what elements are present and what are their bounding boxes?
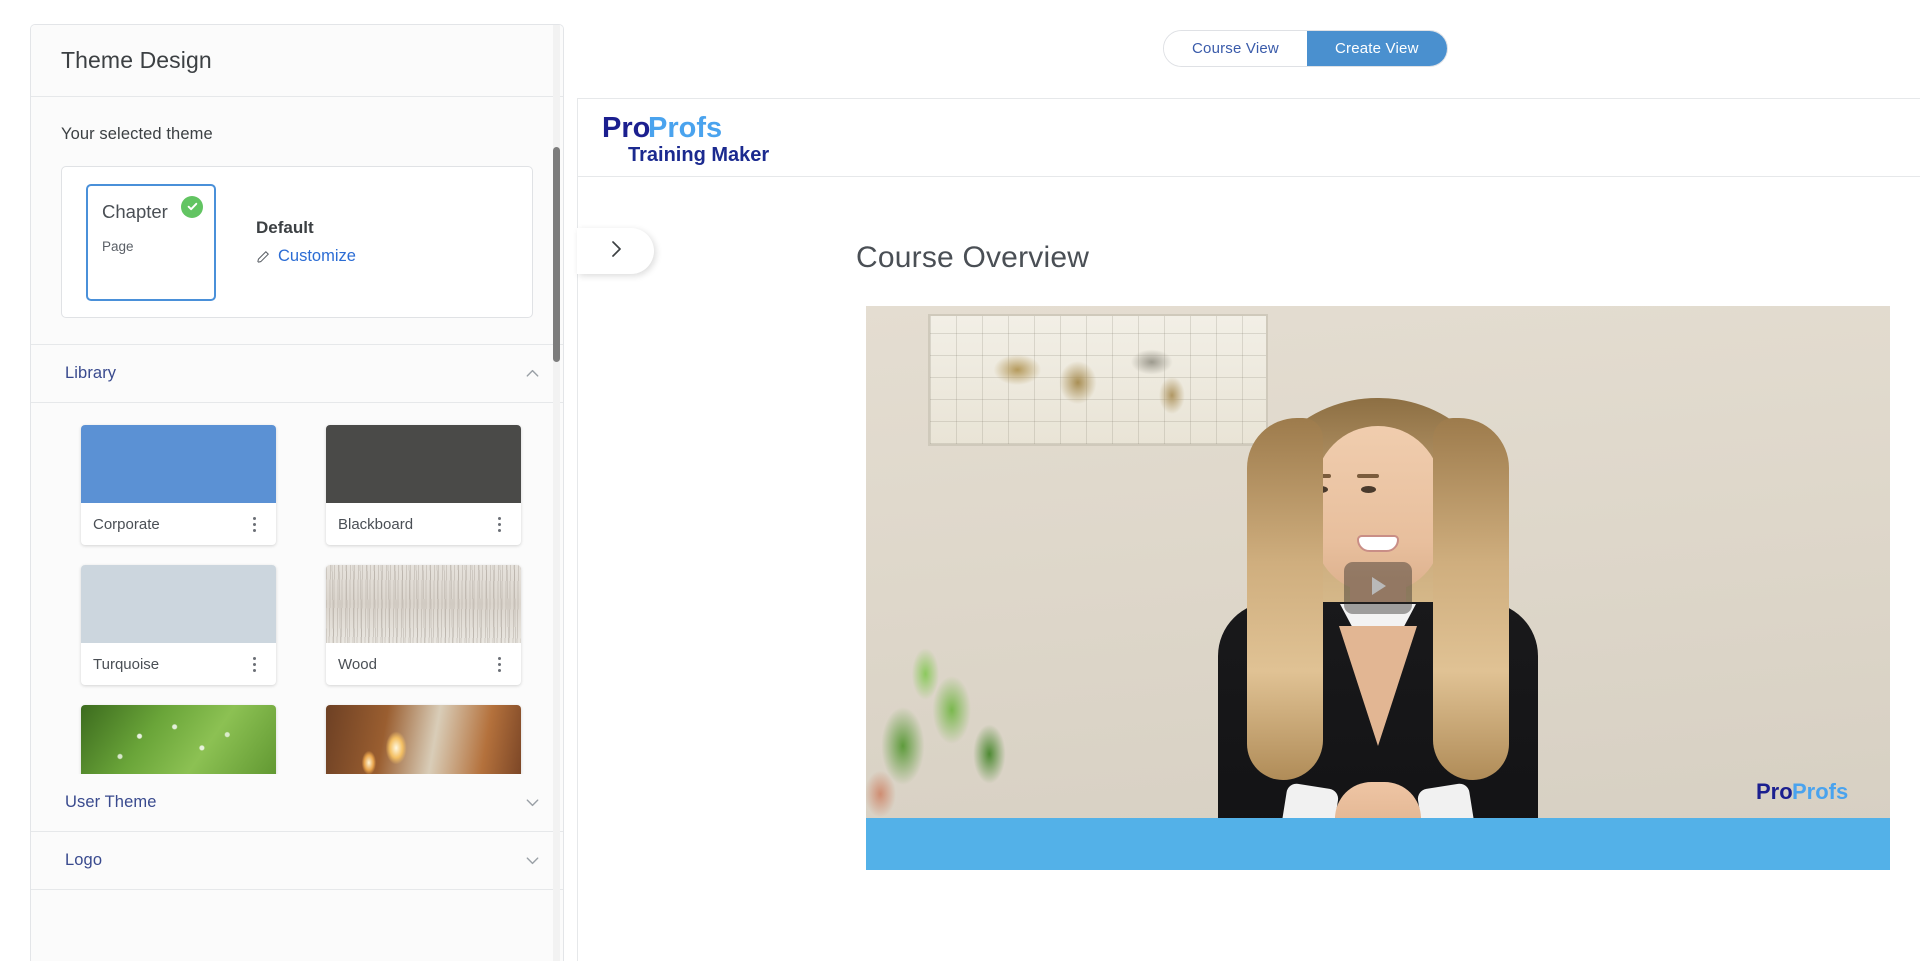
theme-thumbnail-blackboard [326, 425, 521, 503]
sidebar-header: Theme Design [31, 25, 563, 97]
svg-text:Pro: Pro [602, 112, 650, 144]
theme-name: Blackboard [338, 515, 414, 533]
pencil-icon [256, 249, 271, 264]
sidebar-section-logo-label: Logo [65, 851, 103, 869]
theme-thumbnail-corporate [81, 425, 276, 503]
sidebar-section-user-theme[interactable]: User Theme [31, 774, 563, 832]
list-item[interactable] [81, 705, 276, 774]
list-item[interactable] [326, 705, 521, 774]
video-bottom-bar [866, 818, 1890, 870]
chevron-down-icon[interactable] [524, 852, 541, 869]
theme-thumbnail-candle [326, 705, 521, 774]
theme-thumbnail-leaf [81, 705, 276, 774]
selected-theme-meta: Default Customize [256, 218, 356, 266]
selected-theme-name: Default [256, 218, 314, 237]
page-title: Theme Design [61, 47, 212, 73]
more-vertical-icon[interactable] [491, 654, 507, 674]
list-item[interactable]: Turquoise [81, 565, 276, 685]
course-brand-bar: Pro Profs Training Maker [578, 99, 1920, 177]
theme-name: Turquoise [93, 655, 160, 673]
chevron-up-icon[interactable] [524, 365, 541, 382]
video-play-button[interactable] [1344, 562, 1412, 614]
view-mode-toggle[interactable]: Course View Create View [1163, 30, 1448, 67]
sidebar-scrollbar-thumb[interactable] [553, 147, 560, 362]
tab-course-view[interactable]: Course View [1164, 31, 1307, 66]
sidebar-section-logo[interactable]: Logo [31, 832, 563, 890]
theme-preview-page-label: Page [102, 239, 134, 254]
play-icon [1364, 572, 1392, 605]
theme-thumbnail-wood [326, 565, 521, 643]
theme-design-screen: Theme Design Your selected theme Chapter… [0, 0, 1920, 961]
selected-theme-label: Your selected theme [61, 125, 213, 143]
proprofs-watermark: Pro Profs [1756, 778, 1868, 806]
chevron-down-icon[interactable] [524, 794, 541, 811]
course-title: Course Overview [856, 241, 1090, 274]
theme-preview-chapter[interactable]: Chapter Page [86, 183, 216, 301]
library-theme-grid: Corporate Blackboard Turquoise Wood [31, 425, 563, 774]
svg-text:Profs: Profs [648, 112, 722, 144]
library-theme-list: Corporate Blackboard Turquoise Wood [31, 403, 563, 774]
selected-theme-section: Your selected theme Chapter Page Default [31, 97, 563, 345]
selected-check-icon [181, 195, 203, 218]
list-item[interactable]: Corporate [81, 425, 276, 545]
more-vertical-icon[interactable] [491, 514, 507, 534]
list-item[interactable]: Blackboard [326, 425, 521, 545]
svg-text:Pro: Pro [1756, 779, 1793, 804]
more-vertical-icon[interactable] [246, 514, 262, 534]
video-presenter [1173, 390, 1583, 870]
chevron-right-icon [605, 238, 627, 265]
sidebar-section-library[interactable]: Library [31, 345, 563, 403]
expand-panel-button[interactable] [577, 228, 654, 274]
sidebar-section-user-theme-label: User Theme [65, 793, 157, 811]
theme-design-sidebar: Theme Design Your selected theme Chapter… [30, 24, 564, 961]
tab-create-view[interactable]: Create View [1306, 31, 1447, 66]
course-video-player[interactable]: Pro Profs [866, 306, 1890, 870]
video-plant-decor [866, 622, 1042, 822]
theme-thumbnail-turquoise [81, 565, 276, 643]
svg-text:Training Maker: Training Maker [628, 144, 769, 166]
theme-name: Corporate [93, 515, 160, 533]
customize-link[interactable]: Customize [278, 247, 356, 266]
more-vertical-icon[interactable] [246, 654, 262, 674]
theme-name: Wood [338, 655, 377, 673]
sidebar-section-library-label: Library [65, 364, 117, 382]
svg-text:Profs: Profs [1792, 779, 1848, 804]
proprofs-training-maker-logo: Pro Profs Training Maker [600, 109, 778, 167]
selected-theme-card[interactable]: Chapter Page Default Customize [61, 166, 533, 318]
customize-action[interactable]: Customize [256, 247, 356, 266]
list-item[interactable]: Wood [326, 565, 521, 685]
